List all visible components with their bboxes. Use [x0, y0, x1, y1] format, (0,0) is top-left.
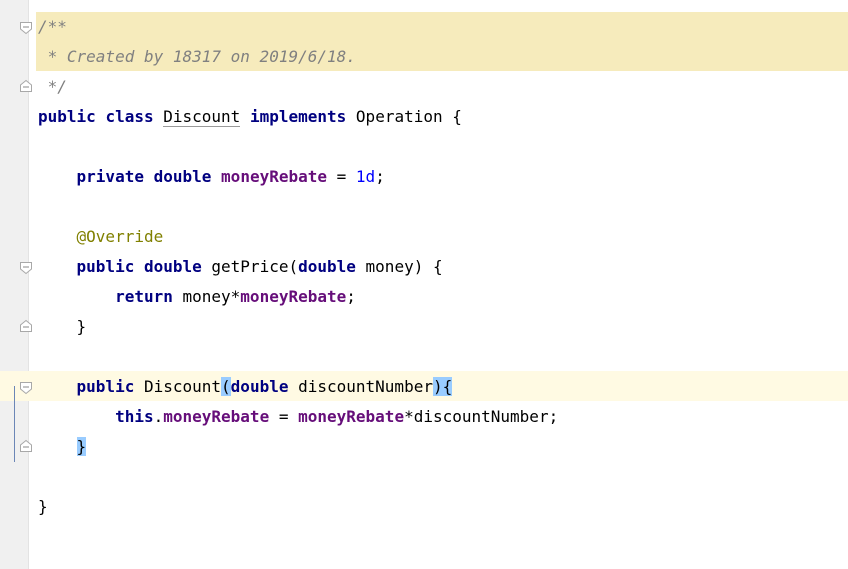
- keyword: public: [38, 107, 96, 126]
- field-name: moneyRebate: [221, 167, 328, 186]
- code-line-1[interactable]: /**: [38, 12, 67, 42]
- brace-match: }: [76, 437, 87, 456]
- scope-indicator: [14, 386, 15, 462]
- paren-match: ): [432, 377, 443, 396]
- keyword: double: [143, 257, 202, 276]
- code-line-15[interactable]: }: [38, 432, 87, 462]
- annotation: @Override: [76, 227, 164, 246]
- keyword: return: [115, 287, 173, 306]
- doc-comment-close: */: [38, 77, 67, 96]
- keyword: private: [76, 167, 144, 186]
- keyword: double: [298, 257, 356, 276]
- field-name: moneyRebate: [163, 407, 270, 426]
- fold-end-icon[interactable]: [19, 79, 33, 93]
- dot: .: [153, 407, 164, 426]
- code-line-8[interactable]: @Override: [38, 222, 164, 252]
- field-name: moneyRebate: [240, 287, 347, 306]
- semicolon: ;: [375, 167, 385, 186]
- method-name: getPrice(: [211, 257, 299, 276]
- class-name: Discount: [163, 107, 241, 127]
- code-line-9[interactable]: public double getPrice(double money) {: [38, 252, 443, 282]
- doc-comment-open: /**: [38, 17, 67, 36]
- fold-end-icon[interactable]: [19, 439, 33, 453]
- keyword: double: [230, 377, 289, 396]
- fold-start-icon[interactable]: [19, 21, 33, 35]
- code-line-2[interactable]: * Created by 18317 on 2019/6/18.: [38, 42, 356, 72]
- brace: }: [38, 497, 48, 516]
- parameter: discountNumber: [288, 377, 433, 396]
- code-line-4[interactable]: public class Discount implements Operati…: [38, 102, 462, 132]
- field-name: moneyRebate: [298, 407, 405, 426]
- code-line-13[interactable]: public Discount(double discountNumber){: [38, 372, 453, 402]
- keyword: public: [76, 257, 135, 276]
- parameter: money) {: [355, 257, 443, 276]
- constructor-name: Discount: [143, 377, 222, 396]
- expression: *discountNumber;: [404, 407, 559, 426]
- brace: }: [76, 317, 87, 336]
- code-line-3[interactable]: */: [38, 72, 67, 102]
- keyword: double: [153, 167, 212, 186]
- interface-name: Operation: [355, 107, 443, 126]
- code-line-14[interactable]: this.moneyRebate = moneyRebate*discountN…: [38, 402, 558, 432]
- fold-start-icon[interactable]: [19, 381, 33, 395]
- paren-match: (: [221, 377, 231, 396]
- code-line-17[interactable]: }: [38, 492, 48, 522]
- code-line-11[interactable]: }: [38, 312, 87, 342]
- code-line-10[interactable]: return money*moneyRebate;: [38, 282, 356, 312]
- brace-match: {: [442, 377, 453, 396]
- brace: {: [452, 107, 462, 126]
- number-literal: 1d: [355, 167, 376, 186]
- keyword: implements: [249, 107, 347, 126]
- fold-end-icon[interactable]: [19, 319, 33, 333]
- doc-comment-text: * Created by 18317 on 2019/6/18.: [38, 47, 356, 66]
- operator: =: [327, 167, 356, 186]
- keyword: public: [76, 377, 135, 396]
- semicolon: ;: [346, 287, 356, 306]
- expression: money*: [172, 287, 241, 306]
- code-line-6[interactable]: private double moneyRebate = 1d;: [38, 162, 385, 192]
- operator: =: [269, 407, 299, 426]
- keyword: class: [105, 107, 154, 126]
- keyword: this: [115, 407, 154, 426]
- fold-start-icon[interactable]: [19, 261, 33, 275]
